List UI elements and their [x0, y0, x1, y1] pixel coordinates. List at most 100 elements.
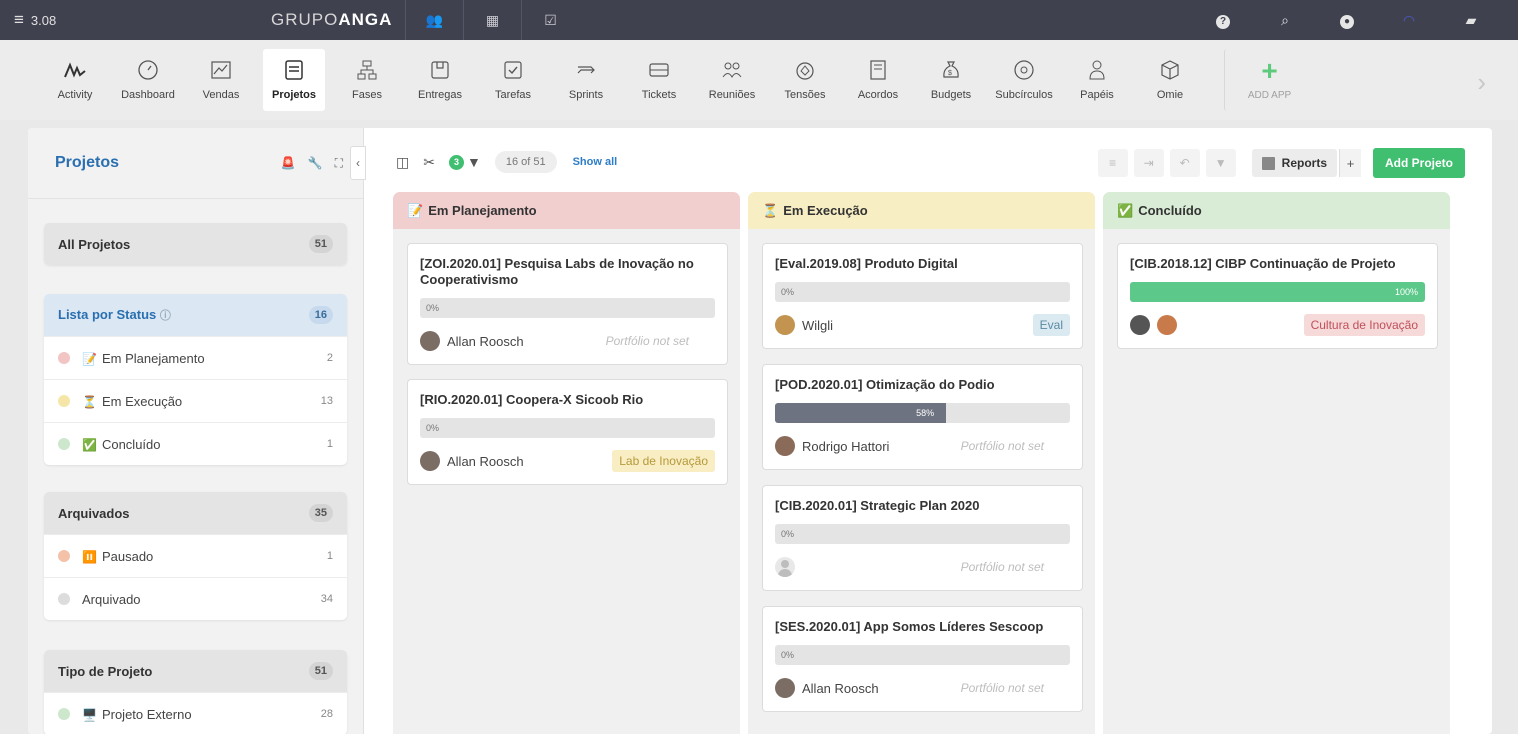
show-all-link[interactable]: Show all — [573, 156, 618, 168]
card-title[interactable]: [RIO.2020.01] Coopera-X Sicoob Rio — [420, 392, 715, 408]
column-title: Em Planejamento — [428, 203, 537, 218]
avatar[interactable] — [420, 451, 440, 471]
sidebar-filter-item[interactable]: Arquivado 34 — [44, 577, 347, 620]
avatar[interactable] — [1130, 315, 1150, 335]
app-label: Fases — [352, 89, 382, 101]
hierarchy-icon — [356, 59, 378, 81]
card-title[interactable]: [Eval.2019.08] Produto Digital — [775, 256, 1070, 272]
column-header[interactable]: 📝 Em Planejamento — [393, 192, 740, 229]
main-menu-button[interactable]: ≡ 3.08 — [0, 10, 255, 30]
search-button[interactable]: ⌕ — [1254, 12, 1316, 29]
export-button[interactable]: ⇥ — [1133, 149, 1164, 177]
sidebar-filter-item[interactable]: ⏸️ Pausado 1 — [44, 534, 347, 577]
status-emoji-icon: 🖥️ — [82, 707, 97, 722]
project-card[interactable]: [Eval.2019.08] Produto Digital 0% Wilgli Ev… — [762, 243, 1083, 349]
filter-icon[interactable]: ▼ — [467, 154, 481, 170]
app-omie[interactable]: Omie — [1139, 49, 1201, 111]
project-card[interactable]: [POD.2020.01] Otimização do Podio 58% Rodr… — [762, 364, 1083, 470]
portfolio-tag[interactable]: Eval — [1032, 314, 1070, 336]
alarm-icon[interactable]: 🚨 — [281, 156, 296, 171]
chat-button[interactable]: ▰ — [1440, 12, 1502, 29]
app-fases[interactable]: Fases — [336, 49, 398, 111]
sidebar-filter-item[interactable]: 📝 Em Planejamento 2 — [44, 336, 347, 379]
card-title[interactable]: [SES.2020.01] App Somos Líderes Sescoop — [775, 619, 1070, 635]
filter-count-badge[interactable]: 3 — [448, 154, 464, 170]
sidebar-filter-item[interactable]: ⏳ Em Execução 13 — [44, 379, 347, 422]
sidebar-filter-item[interactable]: ✅ Concluído 1 — [44, 422, 347, 465]
layout-icon[interactable]: ◫ — [396, 154, 409, 171]
card-title[interactable]: [ZOI.2020.01] Pesquisa Labs de Inovação … — [420, 256, 715, 288]
cube-icon — [1159, 59, 1181, 81]
avatar[interactable] — [775, 315, 795, 335]
avatar[interactable] — [1157, 315, 1177, 335]
reports-button[interactable]: Reports — [1251, 149, 1337, 177]
sidebar-filter-item[interactable]: 🖥️ Projeto Externo 28 — [44, 692, 347, 734]
feed-button[interactable]: ◠ — [1378, 12, 1440, 29]
project-card[interactable]: [ZOI.2020.01] Pesquisa Labs de Inovação … — [407, 243, 728, 365]
type-group-header[interactable]: Tipo de Projeto 51 — [44, 650, 347, 692]
app-sprints[interactable]: Sprints — [555, 49, 617, 111]
app-reunioes[interactable]: Reuniões — [701, 49, 763, 111]
app-papeis[interactable]: Papéis — [1066, 49, 1128, 111]
tasks-tab[interactable]: ☑ — [521, 0, 579, 40]
add-projeto-button[interactable]: Add Projeto — [1373, 148, 1465, 178]
app-label: Acordos — [857, 89, 899, 101]
project-card[interactable]: [RIO.2020.01] Coopera-X Sicoob Rio 0% Alla… — [407, 379, 728, 485]
portfolio-placeholder: Portfólio not set — [960, 439, 1044, 453]
card-title[interactable]: [CIB.2020.01] Strategic Plan 2020 — [775, 498, 1070, 514]
people-tab[interactable]: 👥 — [405, 0, 463, 40]
app-tensoes[interactable]: Tensões — [774, 49, 836, 111]
app-dashboard[interactable]: Dashboard — [117, 49, 179, 111]
app-entregas[interactable]: Entregas — [409, 49, 471, 111]
app-activity[interactable]: Activity — [44, 49, 106, 111]
sprint-icon — [575, 59, 597, 81]
project-card[interactable]: [CIB.2018.12] CIBP Continuação de Projet… — [1117, 243, 1438, 349]
avatar[interactable] — [420, 331, 440, 351]
card-title[interactable]: [CIB.2018.12] CIBP Continuação de Projet… — [1130, 256, 1425, 272]
profile-button[interactable]: ● — [1316, 11, 1378, 29]
chevron-right-icon[interactable]: › — [1477, 67, 1486, 98]
app-budgets[interactable]: $ Budgets — [920, 49, 982, 111]
portfolio-tag[interactable]: Cultura de Inovação — [1303, 314, 1425, 336]
app-tickets[interactable]: Tickets — [628, 49, 690, 111]
portfolio-placeholder: Portfólio not set — [960, 681, 1044, 695]
archived-group-header[interactable]: Arquivados 35 — [44, 492, 347, 534]
avatar[interactable] — [775, 678, 795, 698]
app-projetos[interactable]: Projetos — [263, 49, 325, 111]
list-view-button[interactable]: ≡ — [1097, 149, 1128, 177]
app-tarefas[interactable]: Tarefas — [482, 49, 544, 111]
card-title[interactable]: [POD.2020.01] Otimização do Podio — [775, 377, 1070, 393]
expand-icon[interactable]: ⛶ — [335, 156, 343, 171]
sidebar-filter-label: Arquivado — [82, 592, 321, 607]
project-card[interactable]: [SES.2020.01] App Somos Líderes Sescoop 0… — [762, 606, 1083, 712]
calendar-tab[interactable]: ▦ — [463, 0, 521, 40]
archived-group-count: 35 — [308, 504, 333, 522]
progress-bar: 0% — [775, 282, 1070, 302]
owner-name: Wilgli — [802, 317, 834, 333]
add-app-button[interactable]: + ADD APP — [1224, 49, 1314, 111]
status-group-header[interactable]: Lista por Status ⓘ 16 — [44, 294, 347, 336]
all-projetos-group[interactable]: All Projetos 51 — [44, 223, 347, 265]
help-button[interactable]: ? — [1192, 11, 1254, 29]
avatar[interactable] — [775, 436, 795, 456]
app-vendas[interactable]: Vendas — [190, 49, 252, 111]
reports-add-button[interactable]: + — [1339, 149, 1361, 177]
filter-count: 34 — [320, 593, 333, 605]
brand-logo[interactable]: GRUPOANGA — [255, 10, 405, 30]
column-header[interactable]: ✅ Concluído — [1103, 192, 1450, 229]
status-emoji-icon: 📝 — [82, 351, 97, 366]
avatar[interactable] — [775, 557, 795, 577]
app-acordos[interactable]: Acordos — [847, 49, 909, 111]
portfolio-tag[interactable]: Lab de Inovação — [612, 450, 715, 472]
project-card[interactable]: [CIB.2020.01] Strategic Plan 2020 0% Portf… — [762, 485, 1083, 591]
tools-icon[interactable]: ✂ — [423, 154, 435, 171]
add-app-label: ADD APP — [1247, 89, 1292, 101]
collapse-sidebar-button[interactable]: ‹ — [350, 146, 366, 180]
status-group-label: Lista por Status — [58, 307, 157, 322]
hamburger-icon: ≡ — [14, 10, 24, 29]
wrench-icon[interactable]: 🔧 — [308, 156, 323, 171]
column-header[interactable]: ⏳ Em Execução — [748, 192, 1095, 229]
filter-button[interactable]: ▼ — [1205, 149, 1236, 177]
app-subcirculos[interactable]: Subcírculos — [993, 49, 1055, 111]
undo-button[interactable]: ↶ — [1169, 149, 1200, 177]
